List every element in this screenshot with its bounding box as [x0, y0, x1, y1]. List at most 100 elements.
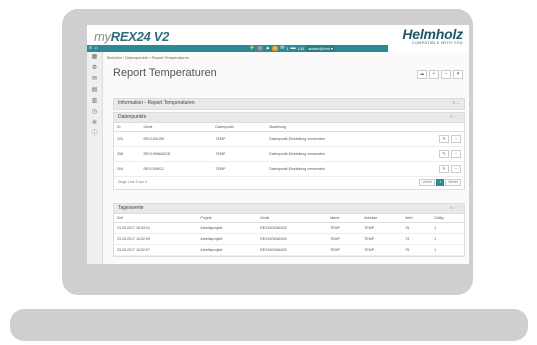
mail-icon[interactable]: ✉	[280, 45, 284, 52]
cell-name: TEMP	[326, 244, 362, 256]
column-header[interactable]: Gerät	[140, 123, 213, 132]
edit-icon[interactable]: ✎ ⌄	[452, 100, 460, 105]
table-row: 23.05.2017 16:52:57 Arbeitsprojekt REX10…	[114, 244, 464, 256]
topbar-notifications: ⚡ 3 ▲ 2 ✉ 1 ▬ 134 admin@dmt ▾	[249, 45, 336, 52]
reports-icon[interactable]: ▤	[87, 85, 102, 96]
cell-device: REX100WANCB	[140, 146, 213, 162]
panel-tools-icon[interactable]: ⚙ ▫ ⌃	[449, 205, 460, 210]
column-header-actions	[402, 123, 464, 132]
datapoints-table: ID Gerät Datenpunkt Skalierung 224 REX10…	[114, 123, 464, 177]
logo-rex: REX24	[110, 29, 151, 44]
badge-count-2[interactable]: 2	[272, 46, 279, 51]
bolt-icon[interactable]: ⚡	[249, 45, 255, 52]
company-tagline: COMPATIBLE WITH YOU	[411, 41, 463, 45]
remove-button[interactable]: −	[441, 70, 451, 79]
clock-icon[interactable]: ◷	[87, 107, 102, 118]
menu-icon[interactable]: ≡	[89, 45, 92, 51]
table-row: 224 REX100LISE TEMP Datenpunkt-Einstellu…	[114, 131, 464, 147]
cell-id: 204	[114, 161, 141, 177]
cell-name: TEMP	[326, 222, 362, 234]
cell-time: 23.05.2017 16:52:59	[114, 233, 198, 245]
dashboard-icon[interactable]: ▦	[87, 52, 102, 63]
page-actions: ☁ + − ▾	[417, 70, 463, 79]
message-icon[interactable]: ▬	[291, 45, 296, 52]
cell-address: TEMP	[361, 222, 403, 234]
column-header[interactable]: Name	[326, 214, 362, 223]
gear-icon[interactable]: ✲	[87, 118, 102, 129]
more-button[interactable]: ▾	[453, 70, 463, 79]
logo-my: my	[94, 29, 111, 44]
cell-datapoint-link[interactable]: TEMP	[212, 131, 267, 147]
main-content: Berichte › Datenpunkte › Report Temperat…	[103, 52, 469, 264]
top-nav-bar: ≡ ⌂ ⚡ 3 ▲ 2 ✉ 1 ▬ 134 admin@dmt ▾	[87, 45, 388, 52]
cell-value: 75	[402, 222, 432, 234]
delete-button[interactable]: −	[451, 135, 461, 143]
row-actions: ✎ −	[405, 150, 461, 158]
edit-icon[interactable]: ✎	[439, 150, 449, 158]
table-row: 258 REX100WANCB TEMP Datenpunkt-Einstell…	[114, 146, 464, 162]
column-header[interactable]: Zeit	[114, 214, 198, 223]
cell-scaling: Datenpunkt-Einstellung verwenden	[266, 131, 403, 147]
badge-count-1[interactable]: 3	[257, 46, 264, 51]
column-header[interactable]: Projekt	[197, 214, 258, 223]
cell-datapoint-link[interactable]: TEMP	[212, 146, 267, 162]
add-button[interactable]: +	[429, 70, 439, 79]
cloud-download-icon[interactable]: ☁	[417, 70, 427, 79]
home-icon[interactable]: ⌂	[95, 45, 98, 51]
column-header[interactable]: Wert	[402, 214, 432, 223]
info-icon[interactable]: ⓘ	[87, 129, 102, 140]
delete-button[interactable]: −	[451, 150, 461, 158]
cell-id: 258	[114, 146, 141, 162]
cell-device-link[interactable]: REX100WANCB	[257, 244, 327, 256]
cell-time: 23.05.2017 16:52:57	[114, 244, 198, 256]
column-header[interactable]: Adresse	[361, 214, 403, 223]
cell-datapoint-link[interactable]: TEMP	[212, 161, 267, 177]
pager-controls: Vorher 1 Weiter	[419, 179, 461, 186]
cell-project-link[interactable]: Arbeitsprojekt	[197, 222, 258, 234]
page-title: Report Temperaturen	[113, 67, 217, 79]
mail-count: 1	[286, 46, 289, 51]
column-header[interactable]: Gerät	[257, 214, 327, 223]
cell-valid: 1	[431, 222, 464, 234]
current-page-button[interactable]: 1	[436, 179, 445, 186]
app-screen: myREX24 V2 Helmholz COMPATIBLE WITH YOU …	[87, 25, 469, 264]
company-name: Helmholz	[402, 26, 463, 42]
pagination: Zeige 1 bis 3 von 3 Vorher 1 Weiter	[114, 177, 464, 189]
info-panel-title: Information - Report Temperaturen	[118, 100, 195, 106]
settings-icon[interactable]: ⚙	[87, 63, 102, 74]
cell-project-link[interactable]: Arbeitsprojekt	[197, 244, 258, 256]
cell-scaling: Datenpunkt-Einstellung verwenden	[266, 146, 403, 162]
info-panel-header[interactable]: Information - Report Temperaturen ✎ ⌄	[114, 99, 464, 109]
cell-device-link[interactable]: REX100WANCB	[257, 233, 327, 245]
cell-valid: 1	[431, 244, 464, 256]
column-header[interactable]: Skalierung	[266, 123, 403, 132]
daily-panel-header: Tageswerte ⚙ ▫ ⌃	[114, 204, 464, 214]
helmholz-logo: Helmholz COMPATIBLE WITH YOU	[402, 27, 463, 45]
column-header[interactable]: ID	[114, 123, 141, 132]
delete-button[interactable]: −	[451, 165, 461, 173]
cell-project-link[interactable]: Arbeitsprojekt	[197, 233, 258, 245]
cell-address: TEMP	[361, 244, 403, 256]
column-header[interactable]: Datenpunkt	[212, 123, 267, 132]
edit-icon[interactable]: ✎	[439, 165, 449, 173]
info-panel: Information - Report Temperaturen ✎ ⌄	[113, 98, 465, 110]
column-header[interactable]: Gültig	[431, 214, 464, 223]
datapoints-panel: Datenpunkte ⚙ ▫ ⌃ ID Gerät Datenpunkt Sk…	[113, 112, 465, 190]
cell-device: REX100LISE	[140, 131, 213, 147]
next-page-button[interactable]: Weiter	[445, 179, 461, 186]
panel-tools-icon[interactable]: ⚙ ▫ ⌃	[449, 114, 460, 119]
mail-icon[interactable]: ✉	[87, 74, 102, 85]
book-icon[interactable]: ▥	[87, 96, 102, 107]
cell-scaling: Datenpunkt-Einstellung verwenden	[266, 161, 403, 177]
edit-icon[interactable]: ✎	[439, 135, 449, 143]
cell-device-link[interactable]: REX100WANCB	[257, 222, 327, 234]
cell-device: REX100M12	[140, 161, 213, 177]
topbar-left: ≡ ⌂	[89, 45, 98, 52]
breadcrumb[interactable]: Berichte › Datenpunkte › Report Temperat…	[107, 55, 189, 60]
user-menu[interactable]: admin@dmt ▾	[306, 45, 336, 52]
myrex24-logo: myREX24 V2	[94, 29, 169, 44]
row-actions: ✎ −	[405, 135, 461, 143]
cell-value: 75	[402, 244, 432, 256]
warning-icon[interactable]: ▲	[265, 45, 270, 52]
prev-page-button[interactable]: Vorher	[419, 179, 436, 186]
